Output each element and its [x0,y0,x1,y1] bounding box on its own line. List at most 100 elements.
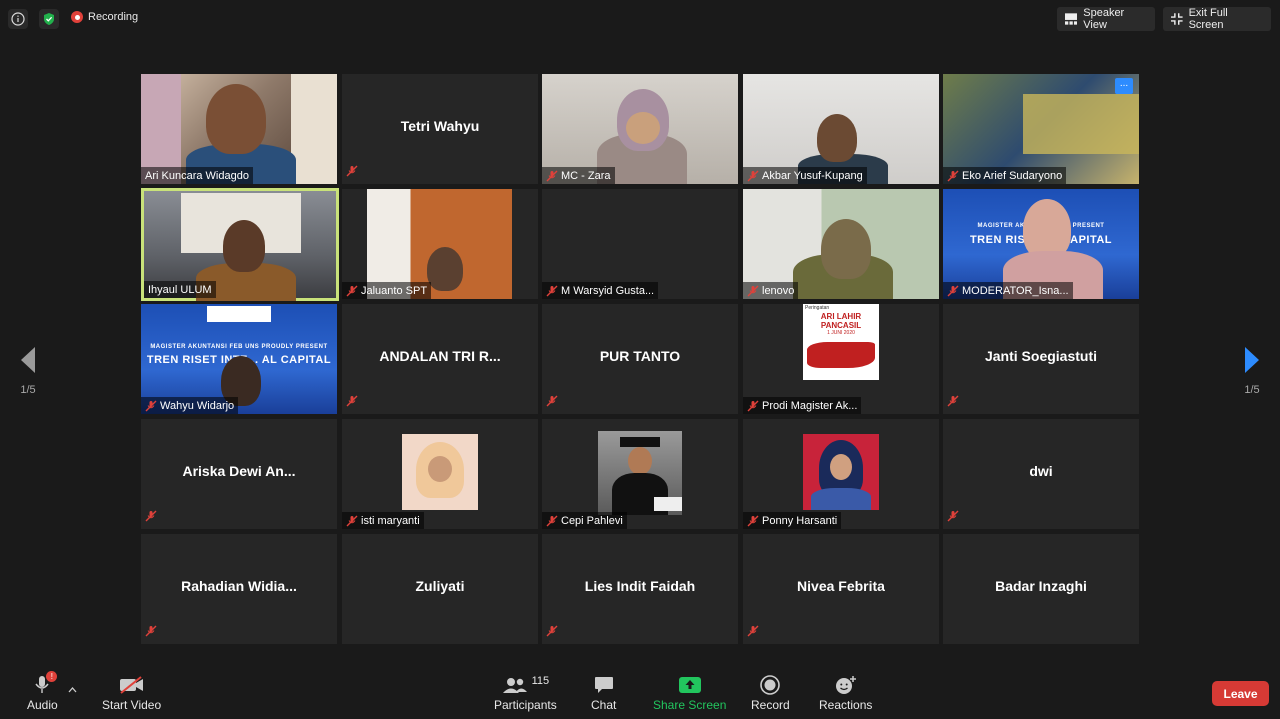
participant-tile[interactable]: Janti Soegiastuti [943,304,1139,414]
record-button[interactable]: Record [751,675,790,712]
participant-label: Ari Kuncara Widagdo [141,167,253,184]
participant-tile[interactable]: Lies Indit Faidah [542,534,738,644]
mic-muted-icon [747,400,759,411]
next-page-nav[interactable]: 1/5 [1237,347,1267,396]
mic-muted-icon [546,170,558,181]
poster-caption: Peringatan [805,305,830,311]
participant-name: M Warsyid Gusta... [561,284,655,297]
participant-tile[interactable]: Badar Inzaghi [943,534,1139,644]
mic-muted-icon [546,285,558,296]
mic-muted-icon [346,164,358,182]
participant-tile-active[interactable]: Ihyaul ULUM [141,188,339,301]
info-icon[interactable] [8,9,28,29]
page-indicator-right: 1/5 [1244,384,1260,396]
participants-button[interactable]: 115 Participants [494,675,557,712]
record-label: Record [751,698,790,712]
audio-button[interactable]: ! Audio [27,671,58,712]
participant-name: ANDALAN TRI R... [379,348,501,364]
participant-label: Ihyaul ULUM [144,281,216,298]
participant-tile[interactable]: ANDALAN TRI R... [342,304,538,414]
participant-name: lenovo [762,284,795,297]
recording-indicator[interactable]: Recording [71,11,138,23]
participant-name: Tetri Wahyu [400,118,480,134]
participant-tile[interactable]: Akbar Yusuf-Kupang [743,74,939,184]
audio-options-caret[interactable] [68,680,77,698]
participant-tile[interactable]: MC - Zara [542,74,738,184]
mic-muted-icon [546,394,558,412]
participant-label: M Warsyid Gusta... [542,282,659,299]
more-options-button[interactable]: ... [1115,78,1133,94]
participant-name: Ponny Harsanti [762,514,838,527]
participants-icon [502,678,527,693]
video-off-icon [119,676,143,694]
participant-tile[interactable]: Nivea Febrita [743,534,939,644]
participant-tile[interactable]: PUR TANTO [542,304,738,414]
mic-muted-icon [546,624,558,642]
participant-label: Eko Arief Sudaryono [943,167,1067,184]
mic-muted-icon [947,285,959,296]
participant-name: Badar Inzaghi [995,578,1087,594]
mic-muted-icon [145,624,157,642]
mic-muted-icon [145,400,157,411]
participant-tile[interactable]: Ariska Dewi An... [141,419,337,529]
exit-fullscreen-button[interactable]: Exit Full Screen [1163,7,1271,31]
participant-name: isti maryanti [361,514,420,527]
participant-tile[interactable]: isti maryanti [342,419,538,529]
page-indicator-left: 1/5 [20,384,36,396]
participant-label: lenovo [743,282,799,299]
participant-tile[interactable]: Cepi Pahlevi [542,419,738,529]
share-screen-button[interactable]: Share Screen [653,675,726,712]
participant-tile[interactable]: Ari Kuncara Widagdo [141,74,337,184]
participant-tile[interactable]: M Warsyid Gusta... [542,189,738,299]
participant-tile[interactable]: MAGISTER AKUNTANSI FEB UNS PROUDLY PRESE… [141,304,337,414]
participant-tile[interactable]: Ponny Harsanti [743,419,939,529]
mic-muted-icon [747,515,759,526]
participant-label: MODERATOR_Isna... [943,282,1073,299]
participant-tile[interactable]: ... Eko Arief Sudaryono [943,74,1139,184]
start-video-button[interactable]: Start Video [102,675,161,712]
participant-tile[interactable]: lenovo [743,189,939,299]
mic-muted-icon [747,624,759,642]
meeting-toolbar: ! Audio Start Video 115 Participants Cha… [0,664,1280,719]
share-screen-icon [678,677,701,693]
participant-name: Janti Soegiastuti [984,348,1098,364]
chat-icon [594,677,613,693]
chat-button[interactable]: Chat [591,675,616,712]
chevron-left-icon [21,347,35,373]
participant-label: Wahyu Widarjo [141,397,239,414]
participants-count: 115 [531,675,550,687]
participant-name: Eko Arief Sudaryono [962,169,1063,182]
pancasila-poster: Peringatan ARI LAHIR PANCASIL 1 JUNI 202… [803,304,879,380]
participant-label: Prodi Magister Ak... [743,397,862,414]
participant-name: Prodi Magister Ak... [762,399,858,412]
prev-page-nav[interactable]: 1/5 [13,347,43,396]
mic-muted-icon [947,509,959,527]
record-icon [760,675,781,695]
audio-alert-badge: ! [46,671,58,682]
participant-label: MC - Zara [542,167,615,184]
participant-label: isti maryanti [342,512,424,529]
participant-name: Rahadian Widia... [181,578,297,594]
chevron-right-icon [1245,347,1259,373]
participant-tile[interactable]: MAGISTER AKU... PROUDLY PRESENT TREN RIS… [943,189,1139,299]
banner-top-text: MAGISTER AKUNTANSI FEB UNS PROUDLY PRESE… [150,344,328,350]
participant-tile[interactable]: Jaluanto SPT [342,189,538,299]
leave-meeting-button[interactable]: Leave [1212,681,1269,706]
participant-tile[interactable]: Tetri Wahyu [342,74,538,184]
participant-tile[interactable]: Zuliyati [342,534,538,644]
top-bar: Recording Speaker View Exit Full Screen [0,0,1280,38]
participant-tile[interactable]: Peringatan ARI LAHIR PANCASIL 1 JUNI 202… [743,304,939,414]
reactions-label: Reactions [819,698,873,712]
participant-tile[interactable]: Rahadian Widia... [141,534,337,644]
speaker-view-button[interactable]: Speaker View [1057,7,1155,31]
participant-name: dwi [1029,463,1053,479]
reactions-button[interactable]: Reactions [819,675,872,712]
mic-muted-icon [747,285,759,296]
participant-name: PUR TANTO [599,348,681,364]
participant-label: Akbar Yusuf-Kupang [743,167,867,184]
participant-name: MC - Zara [561,169,611,182]
participant-tile[interactable]: dwi [943,419,1139,529]
participant-name: Akbar Yusuf-Kupang [762,169,863,182]
profile-photo [402,434,478,510]
shield-icon[interactable] [39,9,59,29]
